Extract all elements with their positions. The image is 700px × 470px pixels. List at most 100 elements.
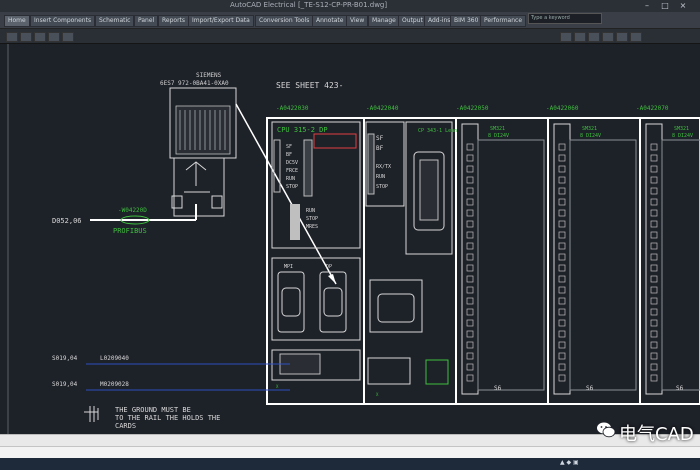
tab-home[interactable]: Home bbox=[4, 15, 30, 27]
left-tag-1: L0209040 bbox=[100, 355, 129, 362]
terminal-point bbox=[466, 154, 474, 162]
close-button[interactable]: × bbox=[676, 1, 690, 10]
properties-icon[interactable] bbox=[602, 32, 614, 42]
terminal-point bbox=[558, 308, 566, 316]
tab-insert-components[interactable]: Insert Components bbox=[30, 15, 96, 27]
terminal-point bbox=[466, 341, 474, 349]
terminal-point bbox=[466, 352, 474, 360]
left-tag-2: M0209028 bbox=[100, 381, 129, 388]
terminal-point bbox=[558, 176, 566, 184]
terminal-point bbox=[650, 231, 658, 239]
pan-icon[interactable] bbox=[574, 32, 586, 42]
terminal-point bbox=[466, 198, 474, 206]
svg-text:STOP: STOP bbox=[376, 184, 388, 190]
tab-import-export[interactable]: Import/Export Data bbox=[188, 15, 254, 27]
wechat-logo-icon bbox=[597, 422, 616, 438]
terminal-point bbox=[466, 209, 474, 217]
zoom-icon[interactable] bbox=[560, 32, 572, 42]
svg-text:X: X bbox=[376, 392, 379, 397]
svg-text:FRCE: FRCE bbox=[286, 168, 298, 174]
layers-icon[interactable] bbox=[616, 32, 628, 42]
svg-text:RX/TX: RX/TX bbox=[376, 164, 391, 170]
undo-icon[interactable] bbox=[48, 32, 60, 42]
tab-annotate[interactable]: Annotate bbox=[312, 15, 348, 27]
svg-text:8 DI24V: 8 DI24V bbox=[488, 133, 509, 139]
terminal-point bbox=[650, 297, 658, 305]
svg-text:8 DI24V: 8 DI24V bbox=[672, 133, 693, 139]
rack-tag-5: -A0422070 bbox=[636, 105, 669, 112]
window-title: AutoCAD Electrical [_TE-S12-CP-PR-B01.dw… bbox=[230, 1, 388, 9]
terminal-point bbox=[466, 165, 474, 173]
left-ref-1: S019,04 bbox=[52, 355, 78, 362]
see-sheet-label: SEE SHEET 423- bbox=[276, 81, 343, 90]
terminal-point bbox=[558, 330, 566, 338]
terminal-point bbox=[558, 319, 566, 327]
cp-title: CP 343-1 Lean bbox=[418, 128, 457, 134]
watermark: 电气CAD bbox=[594, 418, 700, 445]
terminal-point bbox=[466, 374, 474, 382]
terminal-point bbox=[650, 220, 658, 228]
ribbon-tab-bar: Home Insert Components Schematic Panel R… bbox=[0, 12, 700, 29]
terminal-point bbox=[558, 275, 566, 283]
terminal-point bbox=[650, 319, 658, 327]
open-file-icon[interactable] bbox=[20, 32, 32, 42]
tab-output[interactable]: Output bbox=[398, 15, 427, 27]
svg-text:RUN: RUN bbox=[286, 176, 295, 182]
terminal-point bbox=[466, 308, 474, 316]
tab-reports[interactable]: Reports bbox=[158, 15, 190, 27]
tab-performance[interactable]: Performance bbox=[480, 15, 527, 27]
tab-conversion-tools[interactable]: Conversion Tools bbox=[255, 15, 314, 27]
terminal-point bbox=[558, 143, 566, 151]
terminal-point bbox=[558, 198, 566, 206]
terminal-point bbox=[650, 242, 658, 250]
maximize-button[interactable]: □ bbox=[658, 1, 672, 10]
tab-bim360[interactable]: BIM 360 bbox=[450, 15, 483, 27]
terminal-point bbox=[558, 220, 566, 228]
save-icon[interactable] bbox=[34, 32, 46, 42]
plc-rack-frame bbox=[266, 117, 700, 405]
svg-text:STOP: STOP bbox=[306, 216, 318, 222]
terminal-point bbox=[558, 209, 566, 217]
watermark-text: 电气CAD bbox=[619, 424, 694, 445]
bus-reference: D052,06 bbox=[52, 217, 82, 225]
siemens-label: SIEMENS bbox=[196, 72, 222, 79]
orbit-icon[interactable] bbox=[588, 32, 600, 42]
search-input[interactable]: Type a keyword bbox=[528, 13, 602, 24]
mpi-port-label: MPI bbox=[284, 264, 293, 270]
minimize-button[interactable]: – bbox=[640, 1, 654, 10]
terminal-point bbox=[650, 187, 658, 195]
terminal-point bbox=[650, 330, 658, 338]
taskbar: ▲ ◆ ▣ bbox=[0, 458, 700, 470]
ground-note-line-3: CARDS bbox=[115, 422, 136, 430]
terminal-point bbox=[558, 374, 566, 382]
rack-tag-2: -A0422040 bbox=[366, 105, 399, 112]
terminal-point bbox=[466, 264, 474, 272]
drawing-canvas[interactable]: SEE SHEET 423- SIEMENS 6ES7 972-0BA41-0X… bbox=[0, 44, 700, 434]
tab-schematic[interactable]: Schematic bbox=[95, 15, 135, 27]
terminal-point bbox=[466, 176, 474, 184]
terminal-point bbox=[558, 154, 566, 162]
redo-icon[interactable] bbox=[62, 32, 74, 42]
terminal-point bbox=[466, 286, 474, 294]
terminal-point bbox=[466, 275, 474, 283]
terminal-point bbox=[558, 187, 566, 195]
terminal-point bbox=[466, 319, 474, 327]
terminal-point bbox=[650, 275, 658, 283]
svg-text:S6: S6 bbox=[494, 385, 502, 392]
tab-panel[interactable]: Panel bbox=[134, 15, 159, 27]
new-file-icon[interactable] bbox=[6, 32, 18, 42]
settings-icon[interactable] bbox=[630, 32, 642, 42]
tray-icons[interactable]: ▲ ◆ ▣ bbox=[560, 459, 579, 466]
svg-text:RUN: RUN bbox=[306, 208, 315, 214]
terminal-point bbox=[650, 264, 658, 272]
svg-text:S6: S6 bbox=[586, 385, 594, 392]
svg-text:SM321: SM321 bbox=[490, 126, 505, 132]
terminal-point bbox=[650, 286, 658, 294]
sm-module-1: SM321 8 DI24V S6 bbox=[461, 123, 545, 395]
terminal-point bbox=[650, 209, 658, 217]
ground-note-line-1: THE GROUND MUST BE bbox=[115, 406, 191, 414]
terminal-point bbox=[466, 363, 474, 371]
tab-manage[interactable]: Manage bbox=[368, 15, 400, 27]
tab-view[interactable]: View bbox=[346, 15, 369, 27]
ground-symbol-icon bbox=[84, 406, 99, 422]
